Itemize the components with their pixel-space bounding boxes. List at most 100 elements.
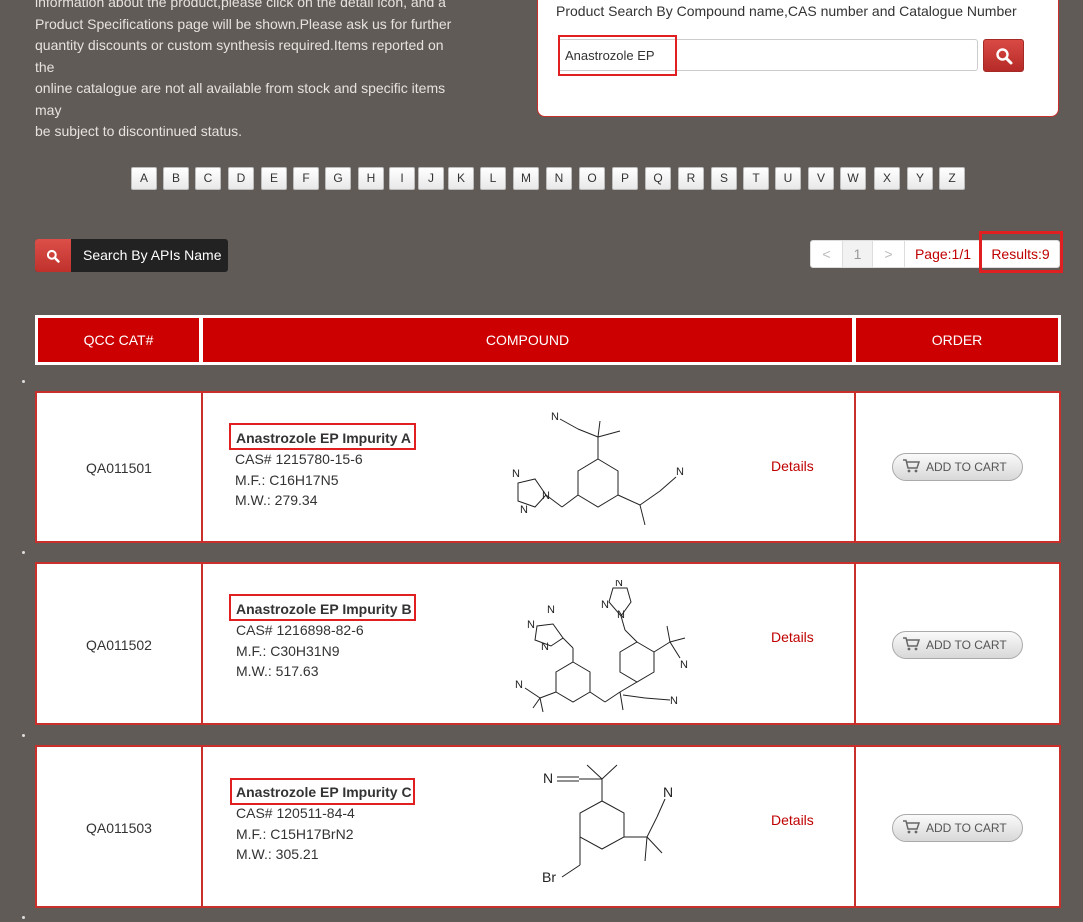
letter-l[interactable]: L: [480, 167, 506, 190]
compound-info: CAS# 1215780-15-6 M.F.: C16H17N5 M.W.: 2…: [235, 449, 363, 511]
letter-b[interactable]: B: [163, 167, 189, 190]
cas-number: CAS# 120511-84-4: [236, 805, 355, 821]
cas-number: CAS# 1215780-15-6: [235, 451, 363, 467]
search-label: Product Search By Compound name,CAS numb…: [556, 3, 1017, 19]
table-row: QA011503 Anastrozole EP Impurity C CAS# …: [35, 745, 1061, 908]
letter-w[interactable]: W: [840, 167, 866, 190]
cas-number: CAS# 1216898-82-6: [236, 622, 364, 638]
page-info: Page:1/1: [904, 241, 981, 267]
details-link[interactable]: Details: [771, 629, 814, 645]
letter-g[interactable]: G: [325, 167, 351, 190]
catalogue-number: QA011501: [86, 460, 152, 476]
intro-line: quantity discounts or custom synthesis r…: [35, 37, 444, 75]
letter-v[interactable]: V: [808, 167, 834, 190]
compound-info: CAS# 120511-84-4 M.F.: C15H17BrN2 M.W.: …: [236, 803, 355, 865]
svg-text:N: N: [617, 609, 625, 621]
list-bullet: [22, 734, 25, 737]
letter-d[interactable]: D: [228, 167, 254, 190]
compound-name-link[interactable]: Anastrozole EP Impurity A: [236, 430, 411, 446]
results-count: Results:9: [981, 241, 1059, 267]
molecular-formula: M.F.: C16H17N5: [235, 471, 339, 488]
column-divider: [201, 393, 203, 541]
letter-o[interactable]: O: [579, 167, 605, 190]
search-icon: [35, 239, 71, 272]
search-by-apis-label: Search By APIs Name: [83, 247, 222, 263]
letter-h[interactable]: H: [358, 167, 384, 190]
header-compound: COMPOUND: [203, 318, 852, 362]
search-by-apis-button[interactable]: Search By APIs Name: [35, 239, 228, 272]
svg-text:N: N: [515, 679, 523, 691]
letter-p[interactable]: P: [612, 167, 638, 190]
letter-u[interactable]: U: [775, 167, 801, 190]
cart-icon: [903, 820, 921, 834]
header-cat: QCC CAT#: [38, 318, 199, 362]
svg-text:N: N: [527, 619, 535, 631]
details-link[interactable]: Details: [771, 458, 814, 474]
catalogue-number: QA011503: [86, 820, 152, 836]
svg-text:N: N: [615, 580, 623, 589]
letter-j[interactable]: J: [418, 167, 444, 190]
list-bullet: [22, 551, 25, 554]
add-to-cart-button[interactable]: ADD TO CART: [892, 631, 1023, 659]
letter-a[interactable]: A: [131, 167, 157, 190]
pagination: < 1 > Page:1/1 Results:9: [810, 240, 1060, 268]
structure-image: N N NNN NNN N: [515, 580, 688, 713]
add-to-cart-button[interactable]: ADD TO CART: [892, 814, 1023, 842]
search-input[interactable]: [558, 39, 978, 71]
table-row: QA011501 Anastrozole EP Impurity A CAS# …: [35, 391, 1061, 543]
table-row: QA011502 Anastrozole EP Impurity B CAS# …: [35, 562, 1061, 725]
molecular-weight: M.W.: 305.21: [236, 846, 319, 862]
svg-text:N: N: [663, 784, 673, 800]
letter-c[interactable]: C: [195, 167, 221, 190]
intro-line: be subject to discontinued status.: [35, 123, 243, 139]
cart-icon: [903, 459, 921, 473]
letter-m[interactable]: M: [513, 167, 539, 190]
add-to-cart-button[interactable]: ADD TO CART: [892, 453, 1023, 481]
svg-text:N: N: [551, 411, 559, 423]
column-divider: [854, 747, 856, 906]
svg-text:N: N: [670, 695, 678, 707]
svg-text:N: N: [520, 504, 528, 516]
letter-i[interactable]: I: [389, 167, 415, 190]
molecular-formula: M.F.: C15H17BrN2: [236, 825, 354, 842]
letter-n[interactable]: N: [546, 167, 572, 190]
svg-text:N: N: [541, 641, 549, 653]
column-divider: [201, 564, 203, 723]
intro-line: information about the product,please cli…: [35, 0, 446, 10]
molecular-weight: M.W.: 279.34: [235, 492, 318, 508]
intro-line: online catalogue are not all available f…: [35, 80, 446, 118]
svg-text:N: N: [676, 466, 684, 478]
page-number[interactable]: 1: [842, 241, 872, 267]
letter-e[interactable]: E: [261, 167, 287, 190]
svg-text:N: N: [542, 490, 550, 502]
add-to-cart-label: ADD TO CART: [926, 460, 1007, 474]
letter-z[interactable]: Z: [939, 167, 965, 190]
letter-t[interactable]: T: [743, 167, 769, 190]
prev-page-button[interactable]: <: [811, 241, 842, 267]
svg-text:N: N: [547, 604, 555, 616]
letter-y[interactable]: Y: [907, 167, 933, 190]
letter-s[interactable]: S: [711, 167, 737, 190]
svg-text:N: N: [601, 599, 609, 611]
header-order: ORDER: [856, 318, 1058, 362]
details-link[interactable]: Details: [771, 812, 814, 828]
letter-f[interactable]: F: [293, 167, 319, 190]
letter-k[interactable]: K: [448, 167, 474, 190]
structure-image: N N Br: [542, 764, 673, 885]
list-bullet: [22, 916, 25, 919]
letter-x[interactable]: X: [874, 167, 900, 190]
intro-line: Product Specifications page will be show…: [35, 15, 452, 32]
letter-r[interactable]: R: [678, 167, 704, 190]
next-page-button[interactable]: >: [872, 241, 904, 267]
svg-text:N: N: [680, 659, 688, 671]
column-divider: [854, 393, 856, 541]
product-search-panel: Product Search By Compound name,CAS numb…: [537, 0, 1059, 117]
letter-q[interactable]: Q: [645, 167, 671, 190]
compound-info: CAS# 1216898-82-6 M.F.: C30H31N9 M.W.: 5…: [236, 620, 364, 682]
search-button[interactable]: [983, 39, 1024, 72]
structure-image: N N N N N: [512, 411, 684, 525]
molecular-formula: M.F.: C30H31N9: [236, 642, 340, 659]
add-to-cart-label: ADD TO CART: [926, 821, 1007, 835]
compound-name-link[interactable]: Anastrozole EP Impurity B: [236, 601, 412, 617]
compound-name-link[interactable]: Anastrozole EP Impurity C: [236, 784, 412, 800]
